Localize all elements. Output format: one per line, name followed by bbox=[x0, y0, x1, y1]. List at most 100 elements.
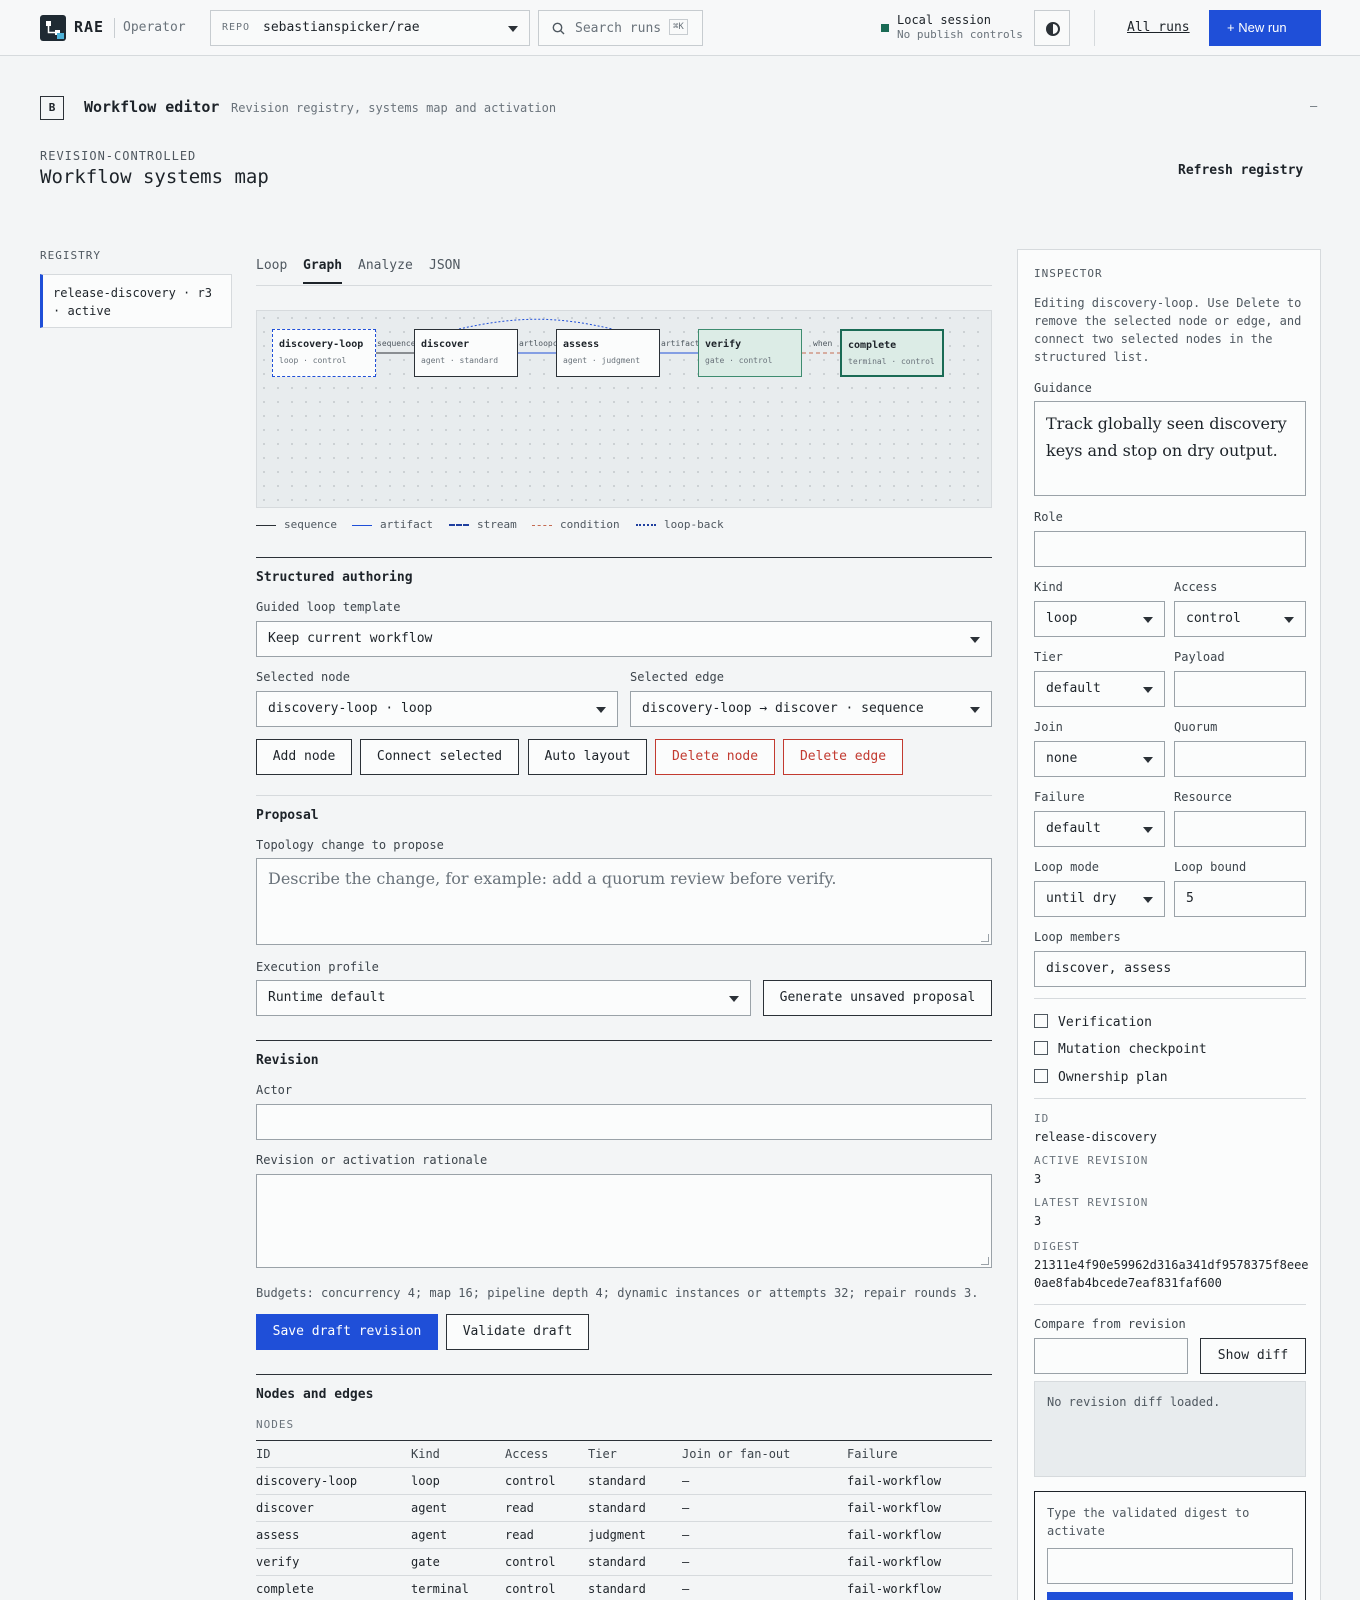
search-icon bbox=[552, 22, 565, 35]
id-key: ID bbox=[1034, 1112, 1050, 1125]
column-header: Join or fan-out bbox=[682, 1447, 791, 1461]
edge-label: sequence bbox=[377, 339, 416, 348]
cell-kind: agent bbox=[411, 1528, 448, 1542]
graph-node-assess[interactable]: assess agent · judgment bbox=[556, 329, 660, 377]
resize-handle-icon[interactable] bbox=[981, 934, 989, 942]
connect-selected-button[interactable]: Connect selected bbox=[360, 739, 519, 775]
resource-input[interactable] bbox=[1174, 811, 1306, 847]
workflow-graph-canvas[interactable]: sequence artloopct artifact when discove… bbox=[256, 310, 992, 508]
generate-proposal-button[interactable]: Generate unsaved proposal bbox=[763, 980, 992, 1016]
legend-stream: stream bbox=[449, 518, 517, 531]
cell-id: discovery-loop bbox=[256, 1474, 358, 1488]
loop-bound-input[interactable]: 5 bbox=[1174, 881, 1306, 917]
node-meta: agent · standard bbox=[421, 356, 499, 365]
node-name: assess bbox=[563, 339, 600, 350]
resize-handle-icon[interactable] bbox=[981, 1257, 989, 1265]
cell-failure: fail-workflow bbox=[847, 1582, 941, 1596]
compare-revision-input[interactable] bbox=[1034, 1338, 1188, 1374]
divider bbox=[1034, 998, 1306, 999]
quorum-input[interactable] bbox=[1174, 741, 1306, 777]
add-node-button[interactable]: Add node bbox=[256, 739, 352, 775]
table-row[interactable]: assess agent read judgment — fail-workfl… bbox=[256, 1522, 992, 1549]
actor-input[interactable] bbox=[256, 1104, 992, 1140]
rationale-textarea[interactable] bbox=[256, 1174, 992, 1268]
loop-mode-select[interactable]: until dry bbox=[1034, 881, 1165, 917]
collapse-button[interactable]: — bbox=[1310, 99, 1317, 113]
loop-members-input[interactable]: discover, assess bbox=[1034, 951, 1306, 987]
payload-input[interactable] bbox=[1174, 671, 1306, 707]
table-row[interactable]: complete terminal control standard — fai… bbox=[256, 1576, 992, 1600]
search-runs-input[interactable]: Search runs ⌘K bbox=[538, 10, 703, 46]
chevron-down-icon bbox=[1284, 617, 1294, 623]
topology-change-textarea[interactable]: Describe the change, for example: add a … bbox=[256, 858, 992, 945]
refresh-registry-button[interactable]: Refresh registry bbox=[1178, 163, 1303, 178]
topology-placeholder: Describe the change, for example: add a … bbox=[268, 869, 837, 888]
graph-node-discovery-loop[interactable]: discovery-loop loop · control bbox=[272, 329, 376, 377]
mutation-checkpoint-checkbox[interactable]: Mutation checkpoint bbox=[1034, 1041, 1207, 1057]
execution-profile-select[interactable]: Runtime default bbox=[256, 980, 751, 1016]
graph-node-discover[interactable]: discover agent · standard bbox=[414, 329, 518, 377]
cell-access: read bbox=[505, 1501, 534, 1515]
cell-kind: terminal bbox=[411, 1582, 469, 1596]
selected-node-select[interactable]: discovery-loop · loop bbox=[256, 691, 618, 727]
tab-graph[interactable]: Graph bbox=[303, 258, 343, 284]
table-row[interactable]: discover agent read standard — fail-work… bbox=[256, 1495, 992, 1522]
rationale-label: Revision or activation rationale bbox=[256, 1153, 488, 1167]
tier-select[interactable]: default bbox=[1034, 671, 1165, 707]
new-run-button[interactable]: + New run bbox=[1209, 10, 1321, 46]
editor-title: Workflow editor bbox=[84, 98, 220, 116]
registry-item[interactable]: release-discovery · r3 · active bbox=[40, 274, 232, 328]
loop-back-edge bbox=[458, 318, 613, 330]
delete-node-button[interactable]: Delete node bbox=[655, 739, 775, 775]
table-row[interactable]: discovery-loop loop control standard — f… bbox=[256, 1468, 992, 1495]
guidance-textarea[interactable]: Track globally seen discovery keys and s… bbox=[1034, 401, 1306, 496]
editor-tabs: Loop Graph Analyze JSON bbox=[256, 256, 992, 286]
loop-template-select[interactable]: Keep current workflow bbox=[256, 621, 992, 657]
activation-panel: Type the validated digest to activate bbox=[1034, 1491, 1306, 1600]
editor-subtitle: Revision registry, systems map and activ… bbox=[231, 101, 557, 115]
inspector-title: INSPECTOR bbox=[1034, 267, 1103, 280]
save-draft-button[interactable]: Save draft revision bbox=[256, 1314, 438, 1350]
editor-badge: B bbox=[40, 96, 64, 120]
theme-toggle-button[interactable] bbox=[1034, 10, 1070, 46]
tab-loop[interactable]: Loop bbox=[256, 258, 287, 282]
tab-analyze[interactable]: Analyze bbox=[358, 258, 413, 282]
graph-legend: sequence artifact stream condition loop-… bbox=[256, 518, 992, 534]
show-diff-button[interactable]: Show diff bbox=[1200, 1338, 1306, 1374]
execution-profile-value: Runtime default bbox=[268, 990, 386, 1005]
auto-layout-button[interactable]: Auto layout bbox=[528, 739, 647, 775]
chevron-down-icon bbox=[1143, 897, 1153, 903]
validate-draft-button[interactable]: Validate draft bbox=[446, 1314, 589, 1350]
selected-edge-select[interactable]: discovery-loop → discover · sequence bbox=[630, 691, 992, 727]
session-title: Local session bbox=[897, 13, 991, 27]
role-input[interactable] bbox=[1034, 531, 1306, 567]
cell-access: control bbox=[505, 1555, 556, 1569]
all-runs-link[interactable]: All runs bbox=[1127, 20, 1190, 35]
table-row[interactable]: verify gate control standard — fail-work… bbox=[256, 1549, 992, 1576]
repo-label: REPO bbox=[222, 22, 251, 33]
search-placeholder: Search runs bbox=[575, 21, 662, 36]
selected-edge-label: Selected edge bbox=[630, 670, 724, 684]
app-logo-icon[interactable] bbox=[40, 15, 66, 41]
join-select[interactable]: none bbox=[1034, 741, 1165, 777]
activation-digest-input[interactable] bbox=[1047, 1548, 1293, 1584]
kind-select[interactable]: loop bbox=[1034, 601, 1165, 637]
cell-tier: judgment bbox=[588, 1528, 646, 1542]
delete-edge-button[interactable]: Delete edge bbox=[783, 739, 903, 775]
cell-join: — bbox=[682, 1582, 690, 1596]
access-select[interactable]: control bbox=[1174, 601, 1306, 637]
checkbox-box bbox=[1034, 1069, 1048, 1083]
verification-checkbox[interactable]: Verification bbox=[1034, 1014, 1152, 1030]
cell-failure: fail-workflow bbox=[847, 1474, 941, 1488]
chevron-down-icon bbox=[1143, 827, 1153, 833]
graph-node-verify[interactable]: verify gate · control bbox=[698, 329, 802, 377]
graph-node-complete[interactable]: complete terminal · control bbox=[840, 329, 944, 377]
repo-select[interactable]: REPO sebastianspicker/rae bbox=[210, 10, 530, 46]
activate-button[interactable] bbox=[1047, 1592, 1293, 1600]
failure-select[interactable]: default bbox=[1034, 811, 1165, 847]
chevron-down-icon bbox=[970, 637, 980, 643]
ownership-plan-checkbox[interactable]: Ownership plan bbox=[1034, 1069, 1168, 1085]
loop-members-label: Loop members bbox=[1034, 930, 1121, 944]
tab-json[interactable]: JSON bbox=[429, 258, 460, 282]
cell-access: control bbox=[505, 1582, 556, 1596]
